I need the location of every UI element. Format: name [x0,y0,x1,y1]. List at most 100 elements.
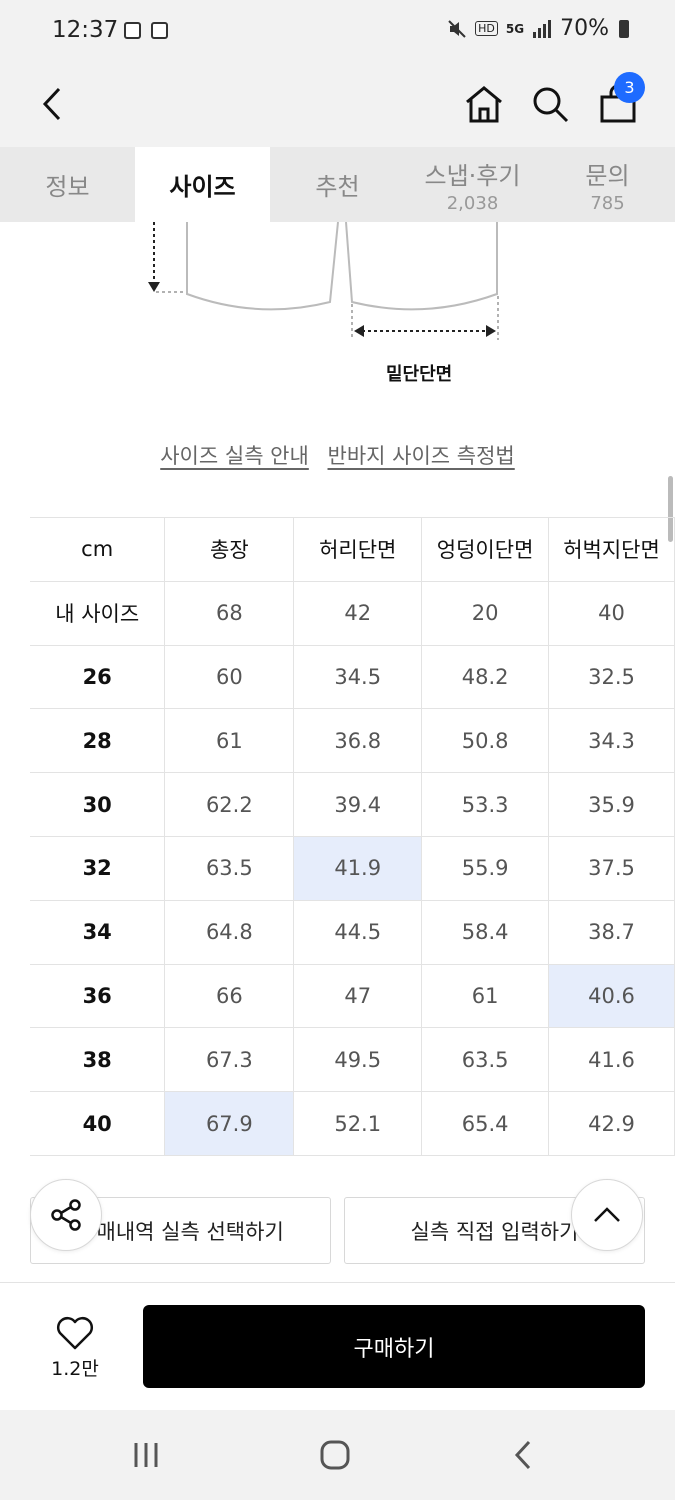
table-row: 26 60 34.5 48.2 32.5 [30,644,675,710]
hem-width-label: 밑단단면 [386,364,453,385]
my-size-row[interactable]: 내 사이즈 68 42 20 40 [30,580,675,646]
network-type: 5G [505,21,525,36]
scroll-to-top-button[interactable] [571,1179,643,1251]
table-row-label: 36 [30,963,166,1029]
home-button[interactable] [456,76,512,132]
table-header: cm [30,517,166,582]
search-button[interactable] [522,76,578,132]
table-cell: 63.5 [164,835,295,901]
battery-icon [619,19,629,38]
tab-count: 2,038 [446,192,499,214]
search-icon [533,87,569,123]
table-row: 36 66 47 61 40.6 [30,963,675,1029]
tab-snap-review[interactable]: 스냅·후기 2,038 [405,147,540,222]
table-cell: 64.8 [164,899,295,965]
table-cell-highlighted: 40.6 [548,963,675,1029]
table-cell: 41.6 [548,1027,675,1093]
table-cell: 37.5 [548,835,675,901]
table-cell: 65.4 [421,1091,550,1156]
button-label: 실측 직접 입력하기 [410,1219,579,1244]
actual-size-guide-link[interactable]: 사이즈 실측 안내 [160,444,309,468]
table-cell: 42 [293,580,423,646]
table-cell: 49.5 [293,1027,423,1093]
table-row-label: 34 [30,899,166,965]
table-cell: 61 [164,708,295,774]
tab-label: 추천 [315,173,360,201]
system-nav-bar [0,1410,675,1500]
size-guide-links: 사이즈 실측 안내 반바지 사이즈 측정법 [0,440,675,470]
table-row: 34 64.8 44.5 58.4 38.7 [30,899,675,965]
table-cell-highlighted: 67.9 [164,1091,295,1156]
battery-percent: 70% [560,16,609,41]
table-cell: 36.8 [293,708,423,774]
home-circle-icon [320,1440,350,1470]
divider [0,1282,675,1283]
home-nav-button[interactable] [310,1432,360,1478]
share-icon [51,1199,81,1231]
table-cell: 32.5 [548,644,675,710]
recent-apps-button[interactable] [121,1432,171,1478]
table-cell: 47 [293,963,423,1029]
status-time: 12:37 [52,17,119,43]
table-cell: 38.7 [548,899,675,965]
table-cell: 58.4 [421,899,550,965]
table-cell: 55.9 [421,835,550,901]
back-nav-button[interactable] [498,1432,548,1478]
table-row-label: 40 [30,1091,166,1156]
tab-info[interactable]: 정보 [0,147,135,222]
status-bar: 12:37 HD 5G 70% [0,0,675,62]
table-header: 허벅지단면 [548,517,675,582]
shorts-measure-guide-link[interactable]: 반바지 사이즈 측정법 [328,444,515,468]
product-tabs: 정보 사이즈 추천 스냅·후기 2,038 문의 785 [0,147,675,222]
signal-icon [533,19,552,38]
table-cell: 20 [421,580,550,646]
table-cell: 62.2 [164,772,295,837]
table-cell: 40 [548,580,675,646]
tab-label: 스냅·후기 [424,161,521,190]
heart-icon [57,1316,93,1349]
tab-size[interactable]: 사이즈 [135,147,270,222]
size-table: cm 총장 허리단면 엉덩이단면 허벅지단면 내 사이즈 68 42 20 40… [30,517,675,1156]
table-cell: 42.9 [548,1091,675,1156]
button-label: 구매하기 [353,1336,435,1362]
table-row-label: 32 [30,835,166,901]
tab-label: 사이즈 [169,173,236,201]
buy-button[interactable]: 구매하기 [143,1305,645,1388]
app-header [0,62,675,147]
table-cell: 53.3 [421,772,550,837]
table-header: 총장 [164,517,295,582]
table-row-label: 내 사이즈 [30,580,166,646]
tab-label: 정보 [45,173,90,201]
chevron-left-icon [514,1440,531,1470]
table-row: 32 63.5 41.9 55.9 37.5 [30,835,675,901]
chevron-left-icon [42,87,61,121]
cart-count-badge: 3 [614,72,645,103]
back-button[interactable] [24,76,80,132]
table-row-label: 26 [30,644,166,710]
table-row: 40 67.9 52.1 65.4 42.9 [30,1091,675,1156]
table-cell: 52.1 [293,1091,423,1156]
table-cell: 48.2 [421,644,550,710]
tab-recommend[interactable]: 추천 [270,147,405,222]
table-cell: 66 [164,963,295,1029]
tab-inquiry[interactable]: 문의 785 [540,147,675,222]
like-button[interactable]: 1.2만 [30,1308,120,1388]
table-row: 28 61 36.8 50.8 34.3 [30,708,675,774]
table-row: 38 67.3 49.5 63.5 41.6 [30,1027,675,1093]
table-header-row: cm 총장 허리단면 엉덩이단면 허벅지단면 [30,517,675,582]
table-row-label: 30 [30,772,166,837]
mute-icon [448,19,466,38]
size-diagram [148,222,499,340]
table-cell-highlighted: 41.9 [293,835,423,901]
share-button[interactable] [30,1179,102,1251]
table-cell: 44.5 [293,899,423,965]
table-header: 허리단면 [293,517,423,582]
table-header: 엉덩이단면 [421,517,550,582]
table-cell: 63.5 [421,1027,550,1093]
recent-apps-icon [134,1443,158,1467]
gallery-notification-icon [124,22,141,39]
table-row: 30 62.2 39.4 53.3 35.9 [30,772,675,837]
app-notification-icon [151,22,168,39]
tab-label: 문의 [585,161,630,190]
status-right: HD 5G 70% [447,16,629,41]
